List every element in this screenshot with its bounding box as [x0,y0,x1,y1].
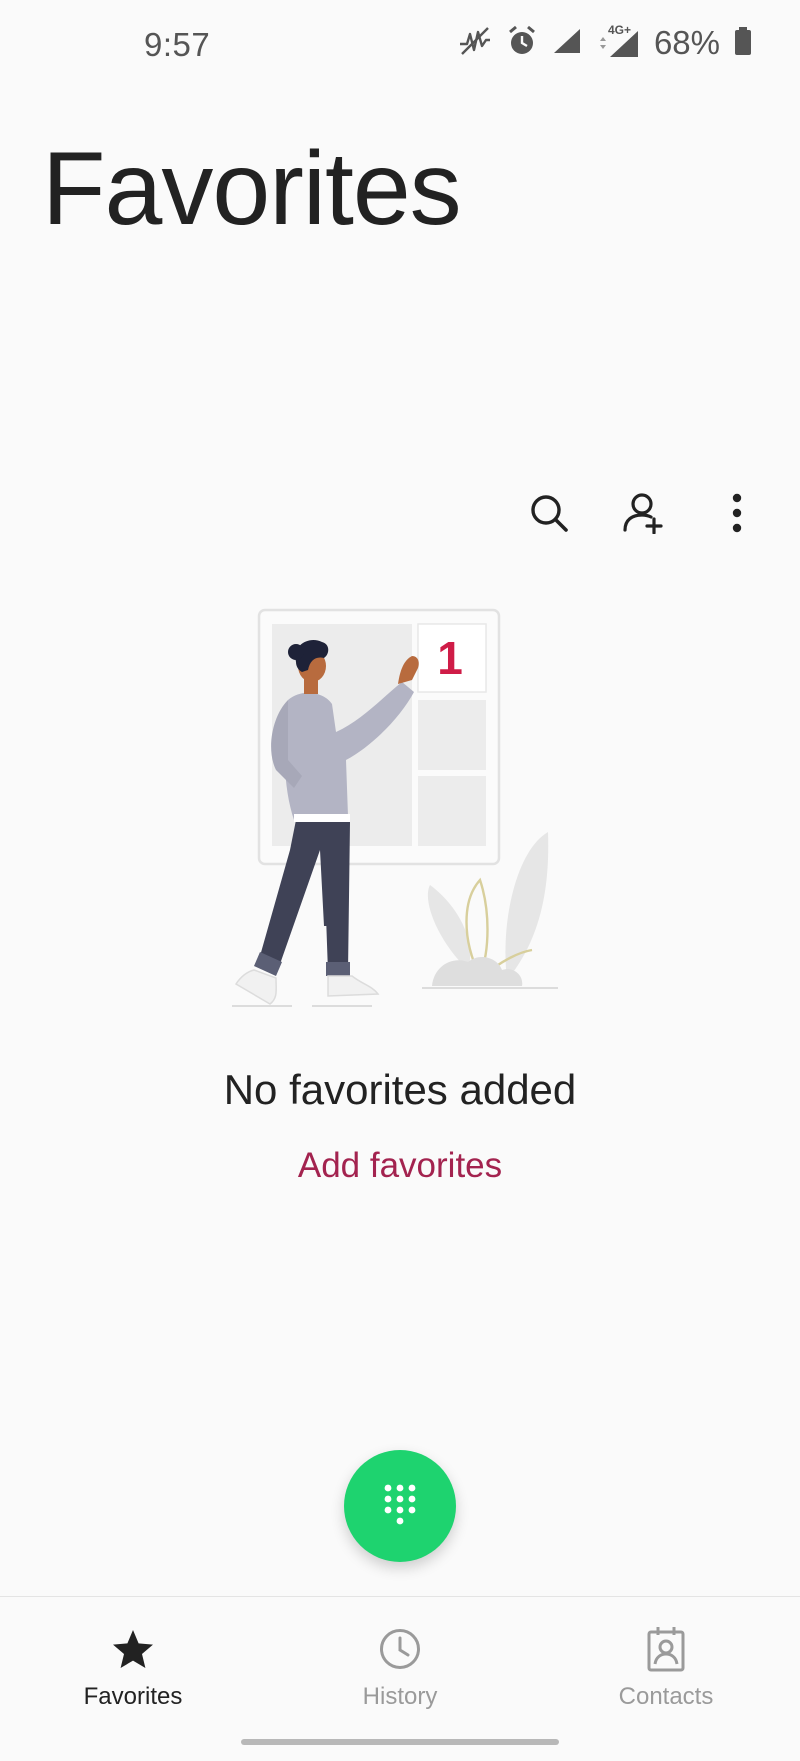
toolbar [526,492,760,538]
search-icon [529,493,569,538]
nav-item-contacts[interactable]: Contacts [566,1625,766,1711]
signal-icon [552,27,582,60]
page-title: Favorites [42,131,462,247]
dialpad-fab-button[interactable] [344,1450,456,1562]
contacts-icon [642,1625,690,1673]
star-icon [109,1625,157,1673]
bottom-navigation: Favorites History Contacts [0,1596,800,1761]
nav-label-contacts: Contacts [618,1683,714,1710]
add-contact-button[interactable] [620,492,666,538]
alarm-icon [506,25,538,62]
battery-percent: 68% [653,24,720,61]
nav-item-history[interactable]: History [300,1625,500,1711]
empty-state-illustration: 1 [212,600,568,1020]
more-options-button[interactable] [714,492,760,538]
status-time: 9:57 [144,26,211,63]
status-bar: 9:57 4G+ 68% [0,0,800,92]
dialpad-icon [383,1483,417,1530]
more-options-icon [731,493,743,538]
clock-icon [376,1625,424,1673]
add-favorites-link[interactable]: Add favorites [0,1146,800,1186]
add-contact-icon [622,492,664,539]
nav-label-history: History [362,1683,438,1710]
status-icons: 4G+ 68% [458,23,752,62]
calendar-day-number: 1 [437,632,463,684]
nav-item-favorites[interactable]: Favorites [33,1625,233,1711]
nav-label-favorites: Favorites [83,1683,183,1710]
no-data-icon [458,26,492,61]
empty-state-title: No favorites added [223,1066,577,1113]
signal-4g-icon: 4G+ [596,23,640,59]
battery-icon [734,26,752,61]
search-button[interactable] [526,492,572,538]
home-indicator [241,1739,559,1745]
network-type-label: 4G+ [607,23,631,37]
